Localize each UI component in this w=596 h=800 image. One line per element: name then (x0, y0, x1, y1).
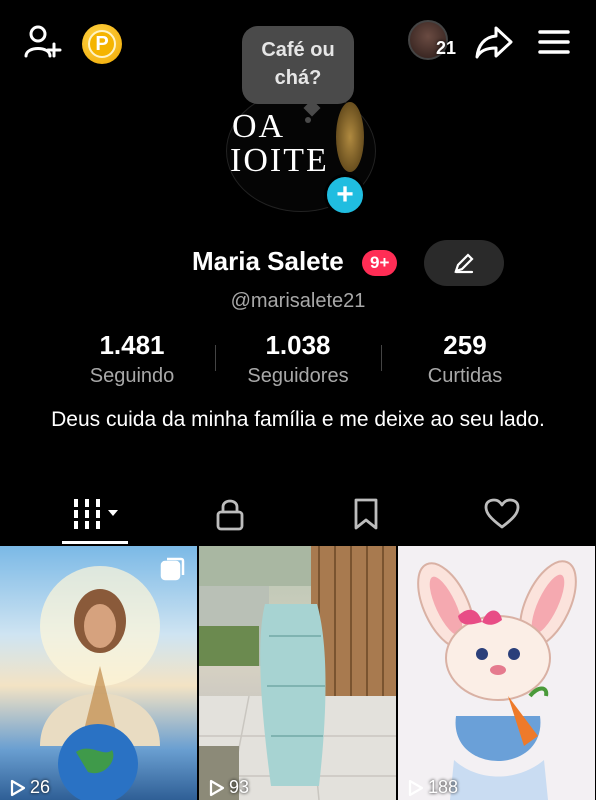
multiple-images-icon (160, 557, 185, 581)
view-count: 26 (10, 777, 50, 798)
stat-following[interactable]: 1.481 Seguindo (52, 330, 212, 388)
view-count-value: 188 (428, 777, 459, 797)
thumbnail-art (40, 566, 160, 800)
note-bubble-dot (305, 117, 311, 123)
share-arrow-icon (475, 26, 513, 59)
view-count-value: 93 (229, 777, 250, 797)
stat-likes[interactable]: 259 Curtidas (385, 330, 545, 388)
share-button[interactable] (472, 22, 516, 62)
coins-button[interactable]: P (82, 24, 122, 64)
edit-profile-button[interactable] (424, 240, 504, 286)
bookmark-icon (354, 498, 378, 530)
tab-saved[interactable] (318, 490, 414, 538)
play-icon (209, 779, 225, 796)
add-photo-button[interactable]: + (324, 174, 366, 216)
coin-icon: P (88, 30, 116, 58)
stat-likes-value: 259 (443, 330, 487, 360)
stat-likes-label: Curtidas (427, 365, 503, 387)
notification-badge[interactable]: 9+ (362, 250, 398, 276)
stat-following-value: 1.481 (99, 330, 165, 360)
heart-icon (484, 498, 520, 529)
view-count: 188 (408, 777, 458, 798)
profile-name: Maria Salete (192, 246, 344, 276)
play-icon (10, 779, 26, 796)
avatar-image-text-line1: OA (232, 108, 286, 145)
stat-following-label: Seguindo (89, 365, 175, 387)
moon-image (336, 102, 364, 172)
add-user-icon (24, 25, 62, 58)
pencil-icon (454, 253, 474, 274)
video-thumbnail[interactable]: 93 (199, 546, 396, 800)
thumbnail-art (199, 546, 396, 800)
lock-icon (216, 499, 244, 531)
stat-divider (215, 345, 216, 371)
tab-liked[interactable] (454, 490, 550, 538)
plus-icon: + (336, 178, 354, 211)
view-count: 93 (209, 777, 249, 798)
hamburger-icon (538, 30, 570, 54)
stat-followers[interactable]: 1.038 Seguidores (218, 330, 378, 388)
profile-username: @marisalete21 (230, 290, 366, 312)
tab-private[interactable] (182, 490, 278, 538)
avatar-image-text-line2: IOITE (230, 142, 329, 179)
stat-divider (381, 345, 382, 371)
tab-active-indicator (62, 541, 128, 544)
note-bubble[interactable]: Café ou chá? (242, 26, 354, 104)
menu-button[interactable] (532, 22, 576, 62)
tab-videos[interactable] (50, 490, 146, 538)
thumbnail-art (417, 560, 577, 800)
add-friend-button[interactable] (20, 20, 64, 64)
video-thumbnail[interactable]: 26 (0, 546, 197, 800)
story-count: 21 (436, 38, 457, 58)
grid-icon (74, 499, 118, 529)
stat-followers-value: 1.038 (265, 330, 331, 360)
profile-bio: Deus cuida da minha família e me deixe a… (51, 408, 545, 431)
view-count-value: 26 (30, 777, 51, 797)
video-thumbnail[interactable]: 188 (398, 546, 595, 800)
stat-followers-label: Seguidores (247, 365, 349, 387)
play-icon (408, 779, 424, 796)
